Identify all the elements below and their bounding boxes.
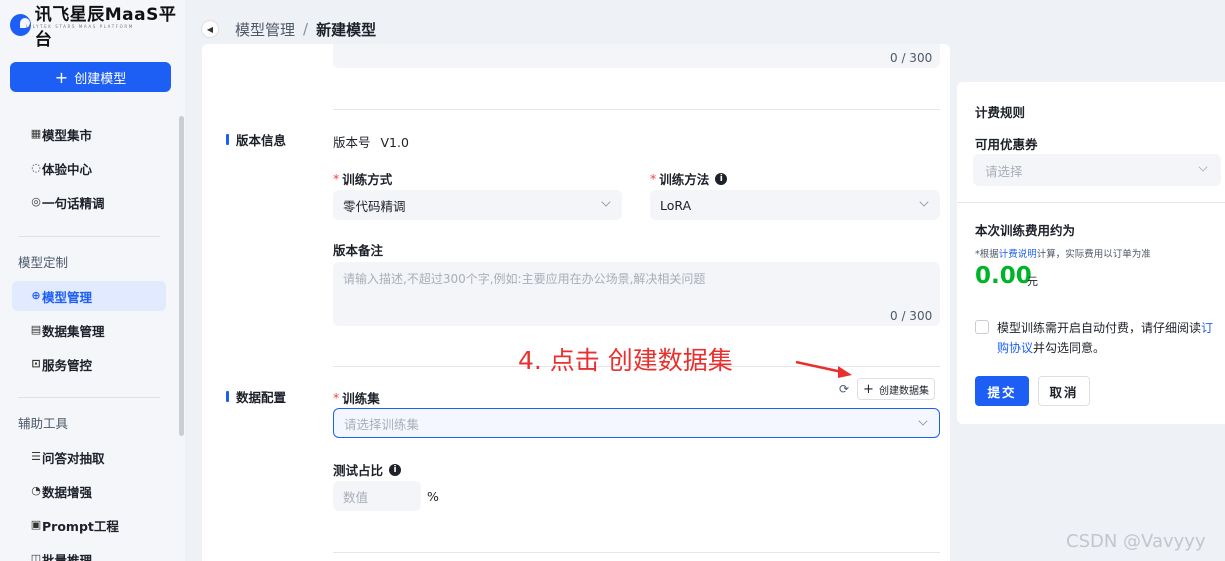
create-dataset-label: 创建数据集 [878, 385, 929, 397]
group-title-tools: 辅助工具 [18, 416, 69, 431]
info-icon[interactable]: i [715, 172, 728, 185]
create-dataset-button[interactable]: + 创建数据集 [857, 378, 935, 400]
sidebar-item-label: 数据增强 [42, 484, 93, 500]
spinner-icon: ◌ [31, 161, 41, 174]
chevron-down-icon [919, 197, 929, 207]
chevron-down-icon [918, 416, 928, 426]
section-title-version: 版本信息 [226, 130, 286, 149]
price-value: 0.00 [975, 263, 1032, 289]
sidebar-item-label: Prompt工程 [42, 518, 119, 534]
submit-button[interactable]: 提交 [975, 376, 1029, 406]
agree-checkbox[interactable] [975, 320, 989, 334]
percent-sign: % [427, 489, 439, 504]
sidebar-item-qa-extraction[interactable]: ☰ 问答对抽取 [12, 442, 166, 472]
watermark: CSDN @Vavyyy [1066, 531, 1206, 552]
sidebar-item-one-sentence-tuning[interactable]: ◎ 一句话精调 [12, 187, 166, 217]
breadcrumb-current: 新建模型 [316, 20, 377, 39]
train-mode-value: 零代码精调 [343, 198, 406, 214]
description-textarea[interactable] [333, 44, 940, 68]
fee-note: *根据计费说明计算，实际费用以订单为准 [975, 249, 1151, 260]
edit-icon: ◎ [31, 195, 41, 208]
cancel-button[interactable]: 取消 [1038, 376, 1090, 406]
price-unit: 元 [1027, 275, 1038, 288]
plus-icon: + [54, 67, 69, 87]
billing-panel: 计费规则 可用优惠券 请选择 本次训练费用约为 *根据计费说明计算，实际费用以订… [957, 82, 1225, 424]
fee-title: 本次训练费用约为 [975, 223, 1076, 238]
sidebar-item-label: 模型集市 [42, 127, 93, 143]
train-set-label: * 训练集 [333, 390, 380, 406]
annotation-arrow [795, 360, 852, 378]
group-title-custom: 模型定制 [18, 255, 69, 270]
sidebar-item-label: 批量推理 [42, 552, 93, 561]
enhance-icon: ◔ [31, 484, 41, 497]
train-method-value: LoRA [660, 197, 692, 213]
coupon-placeholder: 请选择 [985, 163, 1023, 179]
sidebar: 讯飞星辰MaaS平台 IFLYTEK STARS MAAS PLATFORM +… [0, 0, 185, 561]
annotation-text: 4. 点击 创建数据集 [518, 346, 733, 375]
remark-label: 版本备注 [333, 243, 384, 258]
info-icon[interactable]: i [389, 463, 402, 476]
chevron-down-icon [601, 197, 611, 207]
sidebar-item-label: 服务管控 [42, 357, 93, 373]
create-model-button[interactable]: + 创建模型 [10, 62, 171, 92]
refresh-icon[interactable]: ⟳ [839, 382, 849, 396]
billing-explanation-link[interactable]: 计费说明 [999, 249, 1037, 260]
chevron-down-icon [1198, 162, 1208, 172]
sidebar-item-service-control[interactable]: ⊡ 服务管控 [12, 349, 166, 379]
form-card: 0 / 300 版本信息 版本号 V1.0 * 训练方式 零代码精调 * 训练方法 … [202, 44, 950, 561]
sidebar-item-dataset-management[interactable]: ▤ 数据集管理 [12, 315, 166, 345]
sidebar-item-experience[interactable]: ◌ 体验中心 [12, 153, 166, 183]
sidebar-scrollbar[interactable] [179, 116, 184, 436]
grid-icon: ▦ [30, 127, 42, 140]
caret-left-icon: ◀ [206, 24, 214, 34]
sidebar-item-model-management[interactable]: ⊕ 模型管理 [12, 281, 166, 311]
sidebar-divider [18, 397, 160, 398]
sidebar-divider [18, 236, 160, 237]
sidebar-item-batch-inference[interactable]: ◫ 批量推理 [12, 544, 166, 561]
section-divider [333, 109, 940, 110]
section-divider [333, 552, 940, 553]
sidebar-item-label: 数据集管理 [42, 323, 105, 339]
section-title-data: 数据配置 [226, 387, 286, 406]
coupon-select[interactable]: 请选择 [973, 154, 1221, 186]
train-set-select[interactable]: 请选择训练集 [333, 408, 940, 438]
agree-text: 模型训练需开启自动付费，请仔细阅读订购协议并勾选同意。 [997, 321, 1214, 355]
coupon-label: 可用优惠券 [975, 137, 1038, 152]
sidebar-item-label: 体验中心 [42, 161, 93, 177]
test-ratio-input[interactable]: 数值 [333, 481, 421, 511]
logo-subtitle: IFLYTEK STARS MAAS PLATFORM [26, 24, 134, 29]
train-set-placeholder: 请选择训练集 [344, 416, 420, 432]
sidebar-item-model-market[interactable]: ▦ 模型集市 [12, 119, 166, 149]
train-method-label: * 训练方法 i [650, 169, 728, 188]
train-mode-select[interactable]: 零代码精调 [333, 190, 622, 220]
batch-icon: ◫ [30, 552, 42, 561]
test-ratio-label: 测试占比 i [333, 460, 402, 479]
create-model-label: 创建模型 [74, 71, 127, 87]
train-method-select[interactable]: LoRA [650, 190, 940, 220]
service-icon: ⊡ [31, 357, 41, 370]
sidebar-item-prompt-engineering[interactable]: ▣ Prompt工程 [12, 510, 166, 540]
sidebar-item-data-enhancement[interactable]: ◔ 数据增强 [12, 476, 166, 506]
dataset-icon: ▤ [30, 323, 42, 336]
remark-textarea[interactable]: 请输入描述,不超过300个字,例如:主要应用在办公场景,解决相关问题 [333, 262, 940, 326]
list-icon: ☰ [31, 450, 41, 463]
prompt-icon: ▣ [30, 518, 42, 531]
sidebar-item-label: 模型管理 [42, 289, 93, 305]
remark-counter: 0 / 300 [890, 309, 933, 323]
collapse-sidebar-button[interactable]: ◀ [201, 20, 219, 38]
panel-divider [957, 202, 1225, 203]
version-value: V1.0 [380, 135, 409, 150]
version-number: 版本号 V1.0 [333, 132, 409, 151]
sidebar-item-label: 一句话精调 [42, 195, 105, 211]
train-mode-label: * 训练方式 [333, 171, 393, 187]
description-counter: 0 / 300 [890, 51, 933, 65]
version-label: 版本号 [333, 135, 371, 150]
breadcrumb-parent[interactable]: 模型管理 [235, 19, 295, 40]
model-icon: ⊕ [31, 289, 41, 302]
breadcrumb-separator: / [303, 20, 309, 38]
billing-title: 计费规则 [975, 105, 1026, 120]
plus-icon: + [863, 381, 874, 397]
sidebar-item-label: 问答对抽取 [42, 450, 105, 466]
